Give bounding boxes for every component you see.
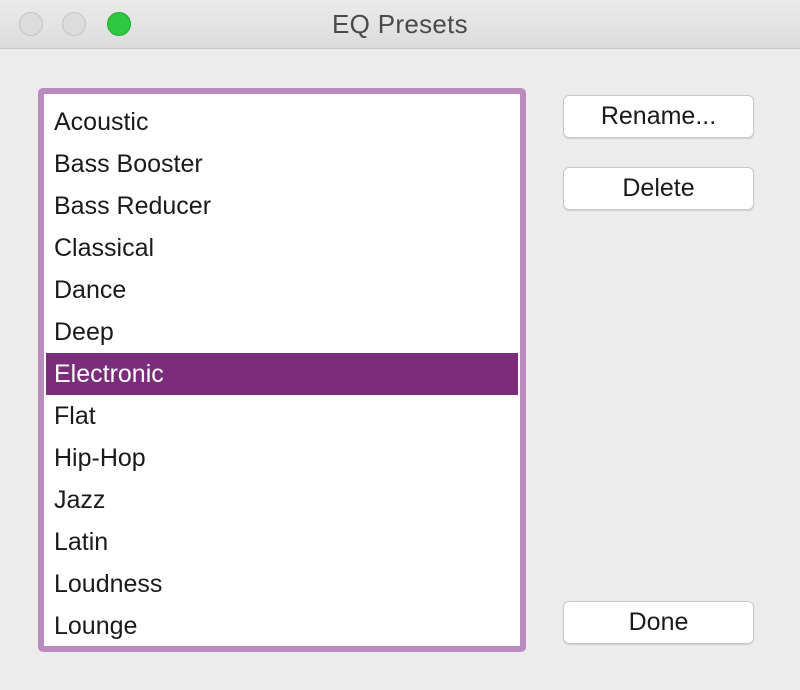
done-button[interactable]: Done (563, 601, 754, 644)
preset-item-electronic[interactable]: Electronic (46, 353, 518, 395)
preset-item-loudness[interactable]: Loudness (46, 563, 518, 605)
eq-presets-window: EQ Presets Acoustic Bass Booster Bass Redu… (0, 0, 800, 690)
preset-item-hip-hop[interactable]: Hip-Hop (46, 437, 518, 479)
preset-item-flat[interactable]: Flat (46, 395, 518, 437)
presets-list-rows: Acoustic Bass Booster Bass Reducer Classica… (46, 101, 518, 646)
preset-item-bass-reducer[interactable]: Bass Reducer (46, 185, 518, 227)
preset-item-deep[interactable]: Deep (46, 311, 518, 353)
presets-list[interactable]: Acoustic Bass Booster Bass Reducer Classica… (38, 88, 526, 652)
preset-item-lounge[interactable]: Lounge (46, 605, 518, 646)
delete-button[interactable]: Delete (563, 167, 754, 210)
preset-item-latin[interactable]: Latin (46, 521, 518, 563)
window-title: EQ Presets (332, 9, 468, 39)
preset-item-jazz[interactable]: Jazz (46, 479, 518, 521)
preset-item-bass-booster[interactable]: Bass Booster (46, 143, 518, 185)
title-bar[interactable]: EQ Presets (0, 0, 800, 49)
preset-item-classical[interactable]: Classical (46, 227, 518, 269)
preset-item-acoustic[interactable]: Acoustic (46, 101, 518, 143)
rename-button[interactable]: Rename... (563, 95, 754, 138)
preset-item-dance[interactable]: Dance (46, 269, 518, 311)
